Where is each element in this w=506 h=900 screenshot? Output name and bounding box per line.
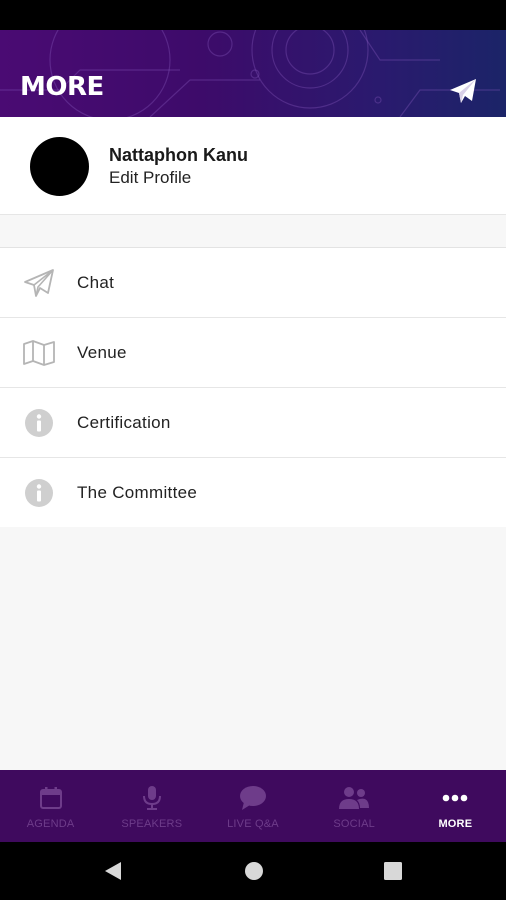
nav-live-qa[interactable]: LIVE Q&A [202,770,303,842]
profile-card[interactable]: Nattaphon Kanu Edit Profile [0,117,506,215]
profile-name: Nattaphon Kanu [109,145,248,165]
nav-label: MORE [438,818,473,830]
page-title: MORE [20,72,104,102]
menu-item-certification[interactable]: Certification [0,388,506,458]
recents-square-icon[interactable] [380,858,406,884]
menu-item-label: Chat [77,273,115,292]
map-icon [20,336,58,370]
edit-profile-link[interactable]: Edit Profile [109,168,191,188]
menu-item-label: The Committee [77,483,198,502]
nav-agenda[interactable]: AGENDA [0,770,101,842]
nav-label: AGENDA [26,818,75,830]
menu-item-label: Certification [77,413,171,432]
bottom-nav: AGENDA SPEAKERS LIVE Q&A SOCIAL MORE [0,770,506,842]
status-bar [0,0,506,30]
send-button[interactable] [445,74,481,108]
more-dots-icon [405,784,506,812]
paper-plane-outline-icon [20,266,58,300]
calendar-icon [0,784,101,812]
nav-more[interactable]: MORE [405,770,506,842]
menu-item-committee[interactable]: The Committee [0,458,506,527]
nav-social[interactable]: SOCIAL [304,770,405,842]
home-circle-icon[interactable] [241,858,267,884]
nav-label: SPEAKERS [121,818,183,830]
paper-plane-icon [450,79,476,103]
info-circle-icon [20,476,58,510]
back-triangle-icon[interactable] [100,858,126,884]
nav-label: SOCIAL [333,818,375,830]
nav-speakers[interactable]: SPEAKERS [101,770,202,842]
chat-bubble-icon [202,784,303,812]
avatar[interactable] [30,137,89,196]
users-icon [304,784,405,812]
menu-item-label: Venue [77,343,127,362]
system-navigation-bar [0,842,506,900]
microphone-icon [101,784,202,812]
nav-label: LIVE Q&A [227,818,279,830]
info-circle-icon [20,406,58,440]
app-header: MORE [0,30,506,117]
menu-item-chat[interactable]: Chat [0,248,506,318]
menu-item-venue[interactable]: Venue [0,318,506,388]
more-menu: Chat Venue Certification The Committee [0,247,506,527]
